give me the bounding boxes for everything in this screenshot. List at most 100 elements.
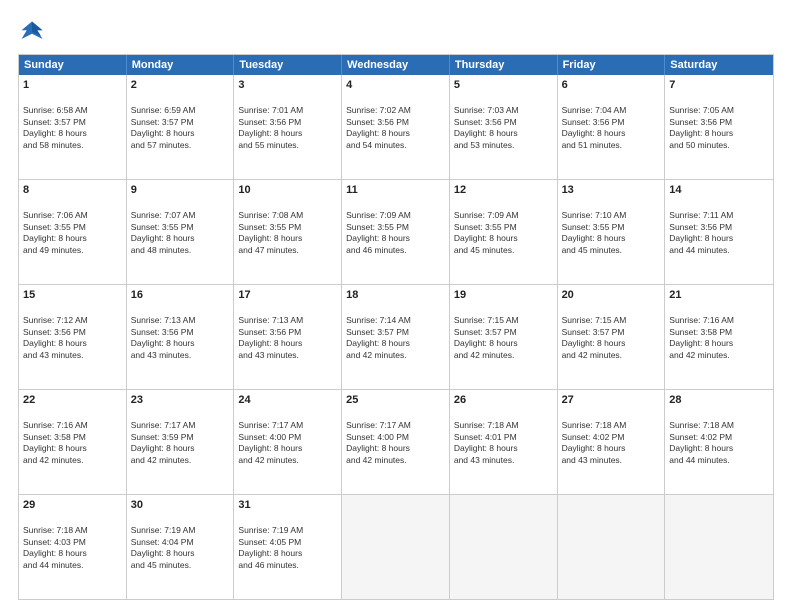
calendar-cell: 8Sunrise: 7:06 AMSunset: 3:55 PMDaylight… <box>19 180 127 284</box>
day-info: Sunset: 3:56 PM <box>669 222 732 232</box>
day-info: Daylight: 8 hours <box>23 548 87 558</box>
day-info: Sunrise: 7:19 AM <box>131 525 196 535</box>
day-number: 2 <box>131 78 230 93</box>
day-info: and 43 minutes. <box>238 350 298 360</box>
day-number: 30 <box>131 498 230 513</box>
logo <box>18 18 50 46</box>
day-number: 15 <box>23 288 122 303</box>
day-info: Sunset: 3:56 PM <box>669 117 732 127</box>
day-info: Sunset: 3:58 PM <box>669 327 732 337</box>
day-info: Sunrise: 7:09 AM <box>346 210 411 220</box>
calendar-header-cell: Thursday <box>450 55 558 75</box>
day-number: 12 <box>454 183 553 198</box>
day-info: Sunset: 3:57 PM <box>454 327 517 337</box>
day-info: Sunrise: 7:10 AM <box>562 210 627 220</box>
day-info: Sunset: 4:00 PM <box>346 432 409 442</box>
day-info: Daylight: 8 hours <box>238 338 302 348</box>
calendar-cell: 10Sunrise: 7:08 AMSunset: 3:55 PMDayligh… <box>234 180 342 284</box>
calendar-cell: 15Sunrise: 7:12 AMSunset: 3:56 PMDayligh… <box>19 285 127 389</box>
day-info: Sunset: 3:55 PM <box>238 222 301 232</box>
calendar-cell: 23Sunrise: 7:17 AMSunset: 3:59 PMDayligh… <box>127 390 235 494</box>
day-number: 23 <box>131 393 230 408</box>
day-info: Sunset: 3:57 PM <box>131 117 194 127</box>
day-info: Sunrise: 7:15 AM <box>562 315 627 325</box>
day-info: and 42 minutes. <box>346 455 406 465</box>
day-info: Sunset: 4:05 PM <box>238 537 301 547</box>
calendar-cell: 28Sunrise: 7:18 AMSunset: 4:02 PMDayligh… <box>665 390 773 494</box>
day-info: and 42 minutes. <box>454 350 514 360</box>
day-number: 14 <box>669 183 769 198</box>
day-number: 3 <box>238 78 337 93</box>
calendar-cell: 24Sunrise: 7:17 AMSunset: 4:00 PMDayligh… <box>234 390 342 494</box>
day-info: and 45 minutes. <box>562 245 622 255</box>
calendar-cell <box>665 495 773 599</box>
day-info: and 42 minutes. <box>238 455 298 465</box>
calendar-cell: 31Sunrise: 7:19 AMSunset: 4:05 PMDayligh… <box>234 495 342 599</box>
day-number: 21 <box>669 288 769 303</box>
calendar-cell: 1Sunrise: 6:58 AMSunset: 3:57 PMDaylight… <box>19 75 127 179</box>
calendar-header-cell: Monday <box>127 55 235 75</box>
calendar-header-cell: Saturday <box>665 55 773 75</box>
calendar-cell: 5Sunrise: 7:03 AMSunset: 3:56 PMDaylight… <box>450 75 558 179</box>
calendar-cell: 2Sunrise: 6:59 AMSunset: 3:57 PMDaylight… <box>127 75 235 179</box>
day-info: Sunrise: 7:17 AM <box>346 420 411 430</box>
calendar-cell <box>342 495 450 599</box>
day-info: Sunset: 3:55 PM <box>454 222 517 232</box>
day-number: 27 <box>562 393 661 408</box>
day-info: Sunset: 4:03 PM <box>23 537 86 547</box>
day-info: and 47 minutes. <box>238 245 298 255</box>
day-info: and 43 minutes. <box>23 350 83 360</box>
calendar-cell <box>450 495 558 599</box>
day-info: Sunrise: 7:08 AM <box>238 210 303 220</box>
calendar-cell: 12Sunrise: 7:09 AMSunset: 3:55 PMDayligh… <box>450 180 558 284</box>
day-info: Sunrise: 7:02 AM <box>346 105 411 115</box>
day-info: Daylight: 8 hours <box>23 443 87 453</box>
day-number: 5 <box>454 78 553 93</box>
day-number: 8 <box>23 183 122 198</box>
day-number: 19 <box>454 288 553 303</box>
day-info: Daylight: 8 hours <box>454 443 518 453</box>
day-info: Daylight: 8 hours <box>454 338 518 348</box>
day-info: and 43 minutes. <box>131 350 191 360</box>
day-number: 10 <box>238 183 337 198</box>
calendar-cell: 16Sunrise: 7:13 AMSunset: 3:56 PMDayligh… <box>127 285 235 389</box>
day-info: Sunset: 3:55 PM <box>562 222 625 232</box>
day-info: Sunrise: 7:16 AM <box>669 315 734 325</box>
day-info: Sunset: 3:56 PM <box>454 117 517 127</box>
day-number: 6 <box>562 78 661 93</box>
day-info: Daylight: 8 hours <box>238 443 302 453</box>
day-info: and 57 minutes. <box>131 140 191 150</box>
day-info: Daylight: 8 hours <box>238 548 302 558</box>
day-info: Daylight: 8 hours <box>669 443 733 453</box>
day-info: Daylight: 8 hours <box>669 233 733 243</box>
day-info: Daylight: 8 hours <box>346 443 410 453</box>
page: SundayMondayTuesdayWednesdayThursdayFrid… <box>0 0 792 612</box>
day-info: Daylight: 8 hours <box>454 233 518 243</box>
day-info: Daylight: 8 hours <box>669 338 733 348</box>
day-number: 11 <box>346 183 445 198</box>
day-info: Sunset: 4:02 PM <box>562 432 625 442</box>
calendar-cell: 18Sunrise: 7:14 AMSunset: 3:57 PMDayligh… <box>342 285 450 389</box>
day-info: and 42 minutes. <box>23 455 83 465</box>
day-info: and 49 minutes. <box>23 245 83 255</box>
calendar-cell: 4Sunrise: 7:02 AMSunset: 3:56 PMDaylight… <box>342 75 450 179</box>
day-info: Sunrise: 7:01 AM <box>238 105 303 115</box>
day-info: and 50 minutes. <box>669 140 729 150</box>
day-info: Daylight: 8 hours <box>131 443 195 453</box>
day-info: and 44 minutes. <box>669 245 729 255</box>
day-info: and 53 minutes. <box>454 140 514 150</box>
calendar-cell: 27Sunrise: 7:18 AMSunset: 4:02 PMDayligh… <box>558 390 666 494</box>
day-info: Daylight: 8 hours <box>23 128 87 138</box>
day-info: Sunrise: 7:03 AM <box>454 105 519 115</box>
day-info: Sunset: 3:55 PM <box>131 222 194 232</box>
day-info: Sunrise: 7:18 AM <box>454 420 519 430</box>
day-info: Sunrise: 6:58 AM <box>23 105 88 115</box>
day-number: 16 <box>131 288 230 303</box>
day-info: Sunrise: 7:12 AM <box>23 315 88 325</box>
day-info: Sunset: 3:59 PM <box>131 432 194 442</box>
calendar-row: 29Sunrise: 7:18 AMSunset: 4:03 PMDayligh… <box>19 494 773 599</box>
day-info: and 48 minutes. <box>131 245 191 255</box>
day-info: Daylight: 8 hours <box>238 128 302 138</box>
day-info: Daylight: 8 hours <box>562 128 626 138</box>
calendar-cell: 11Sunrise: 7:09 AMSunset: 3:55 PMDayligh… <box>342 180 450 284</box>
